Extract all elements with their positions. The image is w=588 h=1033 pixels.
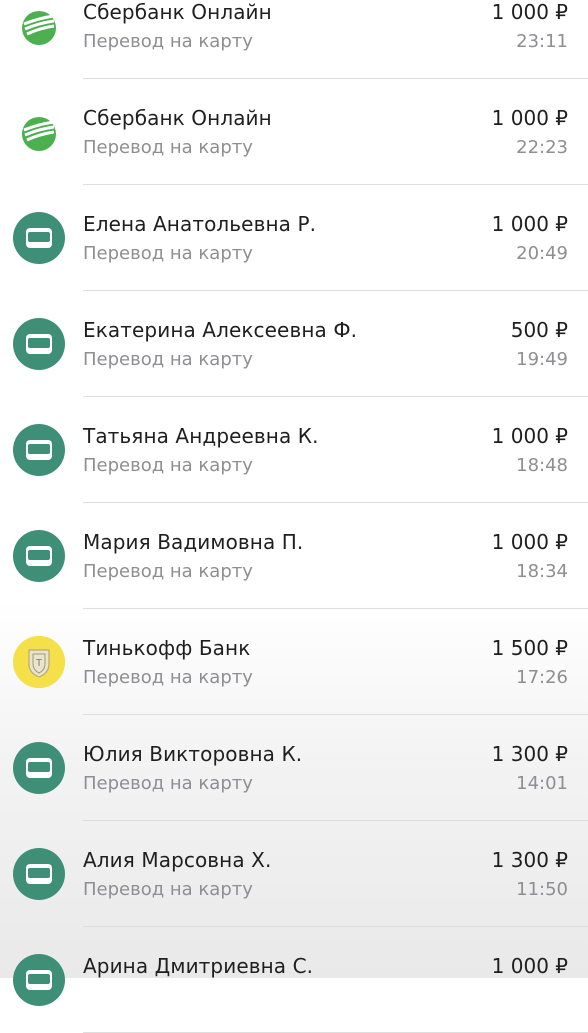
transaction-type: Перевод на карту: [83, 31, 253, 52]
transaction-row[interactable]: Юлия Викторовна К. Перевод на карту 1 30…: [0, 715, 588, 821]
transaction-time: 18:48: [516, 455, 568, 476]
transaction-type: Перевод на карту: [83, 773, 253, 794]
transaction-amount: 1 500 ₽: [491, 636, 568, 660]
transaction-time: 23:11: [516, 31, 568, 52]
transaction-row[interactable]: Мария Вадимовна П. Перевод на карту 1 00…: [0, 503, 588, 609]
transaction-row[interactable]: Елена Анатольевна Р. Перевод на карту 1 …: [0, 185, 588, 291]
transaction-type: Перевод на карту: [83, 667, 253, 688]
svg-text:Т: Т: [36, 658, 42, 669]
card-icon: [13, 318, 65, 370]
transaction-time: 22:23: [516, 137, 568, 158]
transaction-row[interactable]: Екатерина Алексеевна Ф. Перевод на карту…: [0, 291, 588, 397]
transaction-row[interactable]: Сбербанк Онлайн Перевод на карту 1 000 ₽…: [0, 0, 588, 79]
transaction-amount: 500 ₽: [510, 318, 568, 342]
tinkoff-logo-icon: Т: [13, 636, 65, 688]
transaction-type: Перевод на карту: [83, 243, 253, 264]
card-icon: [13, 742, 65, 794]
transaction-time: 20:49: [516, 243, 568, 264]
transaction-row[interactable]: Сбербанк Онлайн Перевод на карту 1 000 ₽…: [0, 79, 588, 185]
sberbank-logo-icon: [13, 0, 65, 52]
transaction-name: Мария Вадимовна П.: [83, 530, 304, 554]
sberbank-logo-icon: [13, 106, 65, 158]
transaction-name: Сбербанк Онлайн: [83, 0, 272, 24]
transaction-name: Юлия Викторовна К.: [83, 742, 303, 766]
transaction-name: Тинькофф Банк: [83, 636, 251, 660]
transaction-amount: 1 000 ₽: [491, 424, 568, 448]
transaction-row[interactable]: Арина Дмитриевна С. 1 000 ₽: [0, 927, 588, 1033]
card-icon: [13, 954, 65, 1006]
transaction-name: Елена Анатольевна Р.: [83, 212, 317, 236]
card-icon: [13, 212, 65, 264]
transaction-type: Перевод на карту: [83, 879, 253, 900]
transaction-type: Перевод на карту: [83, 349, 253, 370]
card-icon: [13, 424, 65, 476]
card-icon: [13, 848, 65, 900]
transaction-name: Алия Марсовна Х.: [83, 848, 272, 872]
transaction-name: Екатерина Алексеевна Ф.: [83, 318, 358, 342]
transaction-name: Арина Дмитриевна С.: [83, 954, 314, 978]
transaction-amount: 1 300 ₽: [491, 742, 568, 766]
transaction-amount: 1 000 ₽: [491, 530, 568, 554]
transaction-name: Сбербанк Онлайн: [83, 106, 272, 130]
transaction-row[interactable]: Алия Марсовна Х. Перевод на карту 1 300 …: [0, 821, 588, 927]
transaction-time: 11:50: [516, 879, 568, 900]
transaction-amount: 1 000 ₽: [491, 106, 568, 130]
transaction-amount: 1 000 ₽: [491, 0, 568, 24]
transaction-row[interactable]: Т Тинькофф Банк Перевод на карту 1 500 ₽…: [0, 609, 588, 715]
transaction-list: Сбербанк Онлайн Перевод на карту 1 000 ₽…: [0, 0, 588, 1033]
transaction-amount: 1 000 ₽: [491, 212, 568, 236]
transaction-name: Татьяна Андреевна К.: [83, 424, 319, 448]
transaction-time: 14:01: [516, 773, 568, 794]
transaction-time: 18:34: [516, 561, 568, 582]
card-icon: [13, 530, 65, 582]
transaction-type: Перевод на карту: [83, 561, 253, 582]
transaction-type: Перевод на карту: [83, 455, 253, 476]
transaction-time: 17:26: [516, 667, 568, 688]
transaction-amount: 1 000 ₽: [491, 954, 568, 978]
transaction-row[interactable]: Татьяна Андреевна К. Перевод на карту 1 …: [0, 397, 588, 503]
transaction-amount: 1 300 ₽: [491, 848, 568, 872]
transaction-type: Перевод на карту: [83, 137, 253, 158]
transaction-time: 19:49: [516, 349, 568, 370]
